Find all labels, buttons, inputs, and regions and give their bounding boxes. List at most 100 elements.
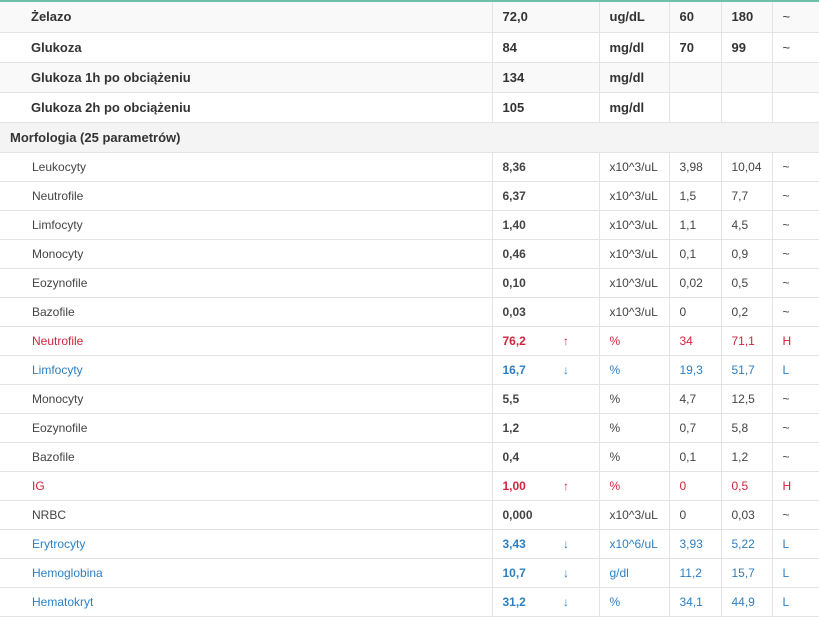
result-flag: ~ bbox=[771, 268, 819, 298]
results-table: Żelazo 72,0 ug/dL 60 180 ~ Glukoza 84 mg/dl 70 99 ~… bbox=[0, 2, 819, 617]
result-flag: ~ bbox=[771, 210, 819, 240]
test-value: 31,2 bbox=[491, 587, 553, 617]
result-flag bbox=[771, 92, 819, 123]
result-flag: H bbox=[771, 471, 819, 501]
morphology-row: Limfocyty 16,7 ↓% 19,3 51,7 L bbox=[0, 355, 819, 385]
reference-max: 0,2 bbox=[720, 297, 772, 327]
test-unit: x10^3/uL bbox=[598, 268, 669, 298]
arrow-down-icon: ↓ bbox=[563, 565, 569, 580]
reference-min: 0,1 bbox=[668, 239, 721, 269]
reference-min: 0,7 bbox=[668, 413, 721, 443]
reference-max: 7,7 bbox=[720, 181, 772, 211]
result-flag: ~ bbox=[771, 384, 819, 414]
test-name: Glukoza 1h po obciążeniu bbox=[0, 62, 492, 93]
morphology-row: Monocyty 5,5% 4,7 12,5 ~ bbox=[0, 384, 819, 414]
test-row: Glukoza 1h po obciążeniu 134 mg/dl bbox=[0, 62, 819, 93]
test-value: 3,43 bbox=[491, 529, 553, 559]
arrow-cell: ↑ bbox=[553, 326, 599, 356]
morphology-row: Hematokryt 31,2 ↓% 34,1 44,9 L bbox=[0, 587, 819, 617]
result-flag: ~ bbox=[771, 181, 819, 211]
test-row: Glukoza 2h po obciążeniu 105 mg/dl bbox=[0, 92, 819, 123]
morphology-row: Limfocyty 1,40 x10^3/uL 1,1 4,5 ~ bbox=[0, 210, 819, 240]
test-name: Bazofile bbox=[0, 442, 492, 472]
reference-min: 11,2 bbox=[668, 558, 721, 588]
test-name: Hematokryt bbox=[0, 587, 492, 617]
test-name: Neutrofile bbox=[0, 326, 492, 356]
test-unit: mg/dl bbox=[598, 92, 669, 123]
reference-min: 3,93 bbox=[668, 529, 721, 559]
test-unit: g/dl bbox=[598, 558, 669, 588]
arrow-cell: ↓ bbox=[553, 355, 599, 385]
test-unit: % bbox=[598, 471, 669, 501]
section-title: Morfologia (25 parametrów) bbox=[0, 122, 819, 153]
arrow-cell: ↓ bbox=[553, 587, 599, 617]
result-flag: H bbox=[771, 326, 819, 356]
result-flag: L bbox=[771, 529, 819, 559]
test-value: 16,7 bbox=[491, 355, 553, 385]
arrow-cell bbox=[553, 442, 599, 472]
arrow-cell: ↓ bbox=[553, 558, 599, 588]
test-unit: x10^3/uL bbox=[598, 210, 669, 240]
test-name: IG bbox=[0, 471, 492, 501]
test-value: 1,40 bbox=[491, 210, 553, 240]
morphology-row: Eozynofile 0,10 x10^3/uL 0,02 0,5 ~ bbox=[0, 268, 819, 298]
reference-min bbox=[668, 92, 721, 123]
reference-min: 1,1 bbox=[668, 210, 721, 240]
reference-min bbox=[668, 62, 721, 93]
reference-min: 60 bbox=[668, 2, 721, 33]
test-value: 134 bbox=[491, 62, 599, 93]
reference-min: 1,5 bbox=[668, 181, 721, 211]
arrow-cell: ↑ bbox=[553, 471, 599, 501]
reference-max: 1,2 bbox=[720, 442, 772, 472]
reference-max: 0,5 bbox=[720, 471, 772, 501]
reference-max: 10,04 bbox=[720, 152, 772, 182]
test-unit: mg/dl bbox=[598, 62, 669, 93]
test-row: Glukoza 84 mg/dl 70 99 ~ bbox=[0, 32, 819, 63]
reference-max: 44,9 bbox=[720, 587, 772, 617]
test-unit: x10^3/uL bbox=[598, 500, 669, 530]
test-name: Glukoza 2h po obciążeniu bbox=[0, 92, 492, 123]
morphology-row: Erytrocyty 3,43 ↓ x10^6/uL 3,93 5,22 L bbox=[0, 529, 819, 559]
morphology-row: NRBC 0,000 x10^3/uL 0 0,03 ~ bbox=[0, 500, 819, 530]
test-value: 0,46 bbox=[491, 239, 553, 269]
reference-min: 19,3 bbox=[668, 355, 721, 385]
test-unit: x10^6/uL bbox=[598, 529, 669, 559]
test-name: Erytrocyty bbox=[0, 529, 492, 559]
result-flag bbox=[771, 62, 819, 93]
arrow-up-icon: ↑ bbox=[563, 333, 569, 348]
test-unit: % bbox=[598, 355, 669, 385]
test-unit: % bbox=[598, 326, 669, 356]
result-flag: ~ bbox=[771, 500, 819, 530]
result-flag: ~ bbox=[771, 239, 819, 269]
arrow-down-icon: ↓ bbox=[563, 594, 569, 609]
arrow-cell bbox=[553, 413, 599, 443]
reference-min: 70 bbox=[668, 32, 721, 63]
test-unit: x10^3/uL bbox=[598, 181, 669, 211]
reference-min: 4,7 bbox=[668, 384, 721, 414]
reference-min: 34 bbox=[668, 326, 721, 356]
morphology-row: Neutrofile 6,37 x10^3/uL 1,5 7,7 ~ bbox=[0, 181, 819, 211]
test-value: 10,7 bbox=[491, 558, 553, 588]
morphology-row: Bazofile 0,03 x10^3/uL 0 0,2 ~ bbox=[0, 297, 819, 327]
section-header-morphology: Morfologia (25 parametrów) bbox=[0, 122, 819, 153]
arrow-cell bbox=[553, 500, 599, 530]
test-name: Bazofile bbox=[0, 297, 492, 327]
reference-min: 34,1 bbox=[668, 587, 721, 617]
test-name: Monocyty bbox=[0, 239, 492, 269]
arrow-cell bbox=[553, 152, 599, 182]
test-value: 72,0 bbox=[491, 2, 599, 33]
test-value: 0,10 bbox=[491, 268, 553, 298]
reference-min: 0,1 bbox=[668, 442, 721, 472]
reference-max bbox=[720, 92, 772, 123]
reference-max: 4,5 bbox=[720, 210, 772, 240]
reference-min: 0,02 bbox=[668, 268, 721, 298]
result-flag: ~ bbox=[771, 2, 819, 33]
test-value: 6,37 bbox=[491, 181, 553, 211]
test-unit: % bbox=[598, 413, 669, 443]
test-name: Hemoglobina bbox=[0, 558, 492, 588]
reference-max: 0,9 bbox=[720, 239, 772, 269]
arrow-cell bbox=[553, 181, 599, 211]
result-flag: ~ bbox=[771, 297, 819, 327]
arrow-cell: ↓ bbox=[553, 529, 599, 559]
arrow-cell bbox=[553, 210, 599, 240]
